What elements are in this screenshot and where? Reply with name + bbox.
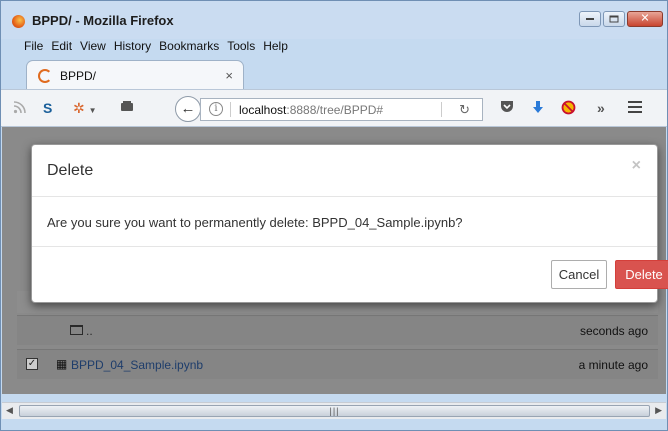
url-bar[interactable]: i localhost:8888/tree/BPPD# ↻ <box>200 98 483 121</box>
horizontal-scrollbar[interactable]: ◀ ||| ▶ <box>2 402 666 419</box>
tab-strip: BPPD/ × <box>1 58 667 89</box>
menu-tools[interactable]: Tools <box>227 39 255 55</box>
maximize-icon <box>609 15 619 23</box>
minimize-icon <box>586 18 594 20</box>
row-checkbox[interactable]: ✓ <box>26 358 38 370</box>
delete-dialog: Delete × Are you sure you want to perman… <box>31 144 668 303</box>
overflow-icon[interactable]: » <box>597 100 605 116</box>
menu-icon[interactable] <box>628 100 642 116</box>
scroll-left-icon[interactable]: ◀ <box>6 405 13 416</box>
url-path: :8888/tree/BPPD# <box>286 103 384 117</box>
tab-close-icon[interactable]: × <box>225 68 233 83</box>
tab-title: BPPD/ <box>60 69 97 83</box>
dialog-body: Are you sure you want to permanently del… <box>32 197 657 247</box>
blocker-icon[interactable] <box>561 100 576 118</box>
url-text: localhost:8888/tree/BPPD# <box>239 103 383 117</box>
minimize-button[interactable] <box>579 11 601 27</box>
notebook-link[interactable]: BPPD_04_Sample.ipynb <box>71 358 203 372</box>
back-button[interactable]: ← <box>175 96 201 122</box>
close-icon: ✕ <box>640 12 650 25</box>
dialog-header: Delete × <box>32 145 657 197</box>
modified-time: a minute ago <box>578 358 648 372</box>
folder-icon <box>70 325 83 335</box>
url-divider <box>230 102 231 117</box>
rss-icon[interactable] <box>13 100 27 117</box>
reader-icon[interactable] <box>119 100 135 117</box>
notebook-icon: ▦ <box>56 357 68 371</box>
scroll-right-icon[interactable]: ▶ <box>655 405 662 416</box>
window-controls: ✕ <box>579 11 663 27</box>
menu-help[interactable]: Help <box>263 39 288 55</box>
arrow-left-icon: ← <box>180 100 196 117</box>
scrollbar-thumb[interactable]: ||| <box>19 405 650 417</box>
grip-icon: ||| <box>329 406 340 416</box>
loading-spinner-icon <box>38 69 52 83</box>
menu-bar: File Edit View History Bookmarks Tools H… <box>24 39 288 55</box>
dialog-close-icon[interactable]: × <box>632 157 641 175</box>
list-item[interactable]: ✓ ▦ BPPD_04_Sample.ipynb a minute ago <box>17 349 658 379</box>
menu-view[interactable]: View <box>80 39 106 55</box>
browser-window: BPPD/ - Mozilla Firefox ✕ File Edit View… <box>0 0 668 431</box>
menu-bookmarks[interactable]: Bookmarks <box>159 39 219 55</box>
menu-edit[interactable]: Edit <box>51 39 72 55</box>
skype-icon[interactable]: S <box>43 100 52 116</box>
menu-history[interactable]: History <box>114 39 151 55</box>
url-host: localhost <box>239 103 287 117</box>
window-title: BPPD/ - Mozilla Firefox <box>32 13 174 28</box>
title-bar: BPPD/ - Mozilla Firefox ✕ <box>1 1 667 39</box>
list-item[interactable]: .. seconds ago <box>17 315 658 345</box>
reload-divider <box>441 102 442 117</box>
parent-folder-link[interactable]: .. <box>86 324 93 338</box>
cancel-button[interactable]: Cancel <box>551 260 607 289</box>
reload-icon[interactable]: ↻ <box>459 102 470 118</box>
navigation-toolbar: S ✲ ▼ ← i localhost:8888/tree/BPPD# ↻ » <box>1 89 667 127</box>
modified-time: seconds ago <box>579 324 648 338</box>
menu-file[interactable]: File <box>24 39 43 55</box>
pocket-icon[interactable] <box>500 100 514 116</box>
maximize-button[interactable] <box>603 11 625 27</box>
close-window-button[interactable]: ✕ <box>627 11 663 27</box>
delete-button[interactable]: Delete <box>615 260 668 289</box>
firefox-logo-icon <box>12 15 25 28</box>
addon-icon[interactable]: ✲ ▼ <box>73 100 97 119</box>
info-icon[interactable]: i <box>209 102 223 116</box>
dialog-title: Delete <box>47 162 94 179</box>
dialog-message: Are you sure you want to permanently del… <box>47 215 463 230</box>
tab-bppd[interactable]: BPPD/ × <box>26 60 244 89</box>
download-icon[interactable] <box>531 100 545 117</box>
